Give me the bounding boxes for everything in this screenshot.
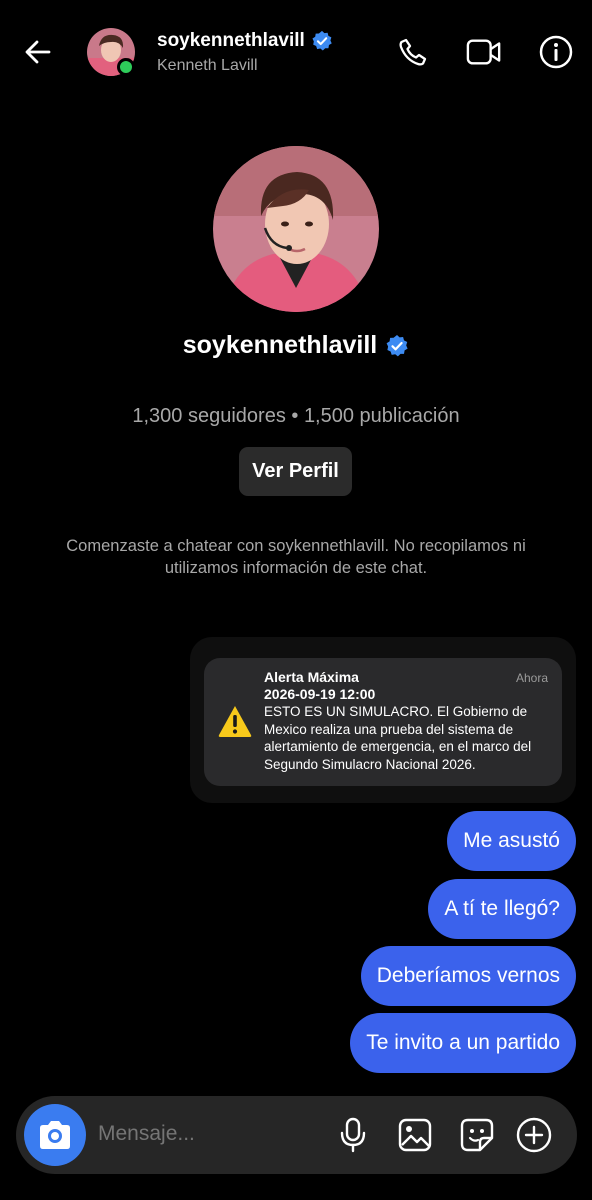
chat-intro-text: Comenzaste a chatear con soykennethlavil… [66,537,526,577]
profile-stats: 1,300 seguidores • 1,500 publicación [132,405,460,427]
alert-body: ESTO ES UN SIMULACRO. El Gobierno de Mex… [264,704,532,772]
camera-button[interactable] [24,1104,86,1166]
chat-header: soykennethlavill Kenneth Lavill [0,0,592,106]
back-arrow-icon [25,40,51,64]
header-display-name: Kenneth Lavill [157,57,258,74]
alert-title: Alerta Máxima [264,669,359,685]
plus-icon [516,1117,552,1153]
profile-username-label: soykennethlavill [182,331,378,359]
voice-message-button[interactable] [334,1116,372,1154]
call-button[interactable] [395,34,431,70]
message-input[interactable] [98,1122,318,1146]
video-camera-icon [466,39,501,65]
view-profile-button[interactable]: Ver Perfil [239,447,352,496]
camera-icon [40,1121,70,1149]
sent-message[interactable]: A tí te llegó? [428,879,576,939]
profile-avatar[interactable] [213,146,379,312]
sticker-button[interactable] [458,1116,496,1154]
username-label: soykennethlavill [157,30,305,51]
more-options-button[interactable] [515,1116,553,1154]
back-button[interactable] [22,36,54,68]
image-message[interactable]: Alerta Máxima Ahora 2026-09-19 12:00 EST… [190,637,576,803]
gallery-button[interactable] [396,1116,434,1154]
alert-time: Ahora [515,671,548,685]
alert-notification-card: Alerta Máxima Ahora 2026-09-19 12:00 EST… [204,658,562,786]
verified-badge-icon [312,30,332,51]
phone-icon [399,38,427,66]
sent-message[interactable]: Deberíamos vernos [360,946,576,1006]
video-call-button[interactable] [466,34,502,70]
alert-date: 2026-09-19 12:00 [264,686,376,702]
verified-badge-icon [386,334,408,356]
online-status-dot [117,58,135,76]
sent-message[interactable]: Te invito a un partido [350,1013,576,1073]
info-icon [539,35,573,69]
info-button[interactable] [538,34,574,70]
sticker-icon [460,1118,494,1152]
header-username[interactable]: soykennethlavill [157,30,333,52]
microphone-icon [340,1117,366,1153]
profile-username: soykennethlavill [0,331,592,360]
sent-message[interactable]: Me asustó [447,811,576,871]
warning-icon [218,706,252,737]
gallery-icon [398,1118,432,1152]
message-composer [16,1096,577,1174]
